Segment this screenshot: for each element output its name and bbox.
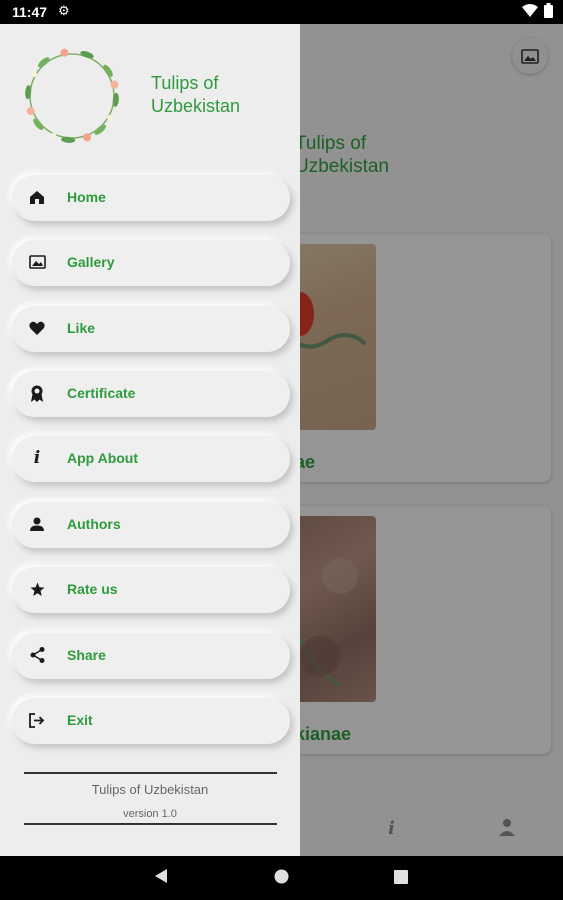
certificate-icon [27,383,47,403]
battery-icon [544,3,553,18]
status-time: 11:47 [12,4,48,20]
menu-item-label: Exit [67,712,93,728]
menu-item-certificate[interactable]: Certificate [12,371,290,417]
menu-item-home[interactable]: Home [12,175,290,221]
menu-item-like[interactable]: Like [12,306,290,352]
recents-icon[interactable] [394,870,408,884]
exit-icon [27,710,47,730]
settings-gear-icon: ⚙ [58,3,70,18]
menu-item-label: Gallery [67,254,115,270]
menu-item-rate-us[interactable]: Rate us [12,567,290,613]
menu-item-label: Certificate [67,385,136,401]
footer-divider-top [24,772,277,774]
menu-item-label: Share [67,647,106,663]
flower-wreath-logo [25,48,119,143]
menu-item-exit[interactable]: Exit [12,698,290,744]
menu-item-label: Authors [67,516,121,532]
home-circle-icon[interactable] [274,869,289,884]
info-icon: i [33,448,41,468]
menu-item-label: Rate us [67,581,118,597]
status-indicators [522,3,553,18]
system-navigation-bar [0,856,563,900]
back-icon[interactable] [154,868,168,884]
drawer-app-title: Tulips of Uzbekistan [151,73,241,116]
share-icon [27,645,47,665]
menu-item-label: App About [67,450,139,466]
footer-app-name: Tulips of Uzbekistan [91,782,209,797]
footer-version: version 1.0 [123,808,177,820]
person-icon [27,514,47,534]
gallery-icon [27,252,47,272]
home-icon [27,187,47,207]
menu-item-label: Home [67,189,106,205]
drawer-header: Tulips of Uzbekistan [0,24,300,174]
status-bar: 11:47 ⚙ [0,0,563,24]
menu-item-gallery[interactable]: Gallery [12,240,290,286]
menu-item-app-about[interactable]: i App About [12,436,290,482]
menu-item-authors[interactable]: Authors [12,502,290,548]
star-icon [27,579,47,599]
heart-icon [27,318,47,338]
wifi-icon [522,3,538,17]
navigation-drawer: Tulips of Uzbekistan Home Gallery Like C… [0,24,300,856]
footer-divider-bottom [24,823,277,825]
menu-item-label: Like [67,320,96,336]
menu-item-share[interactable]: Share [12,633,290,679]
